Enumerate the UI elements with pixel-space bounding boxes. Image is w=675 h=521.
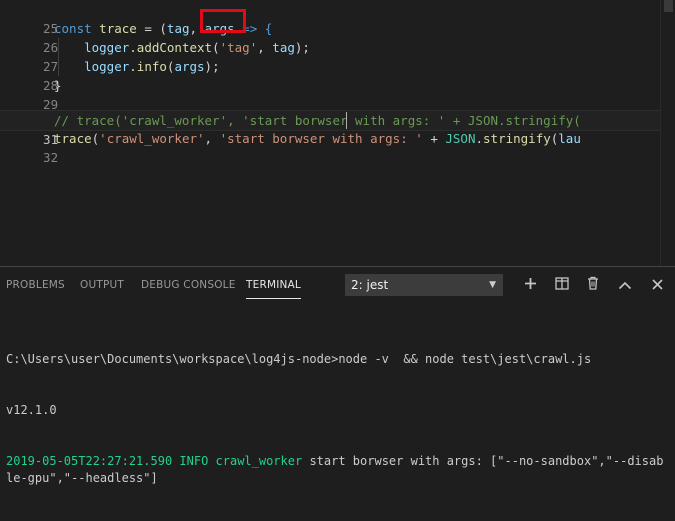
panel-tabs: PROBLEMS OUTPUT DEBUG CONSOLE TERMINAL 2… [0, 267, 675, 303]
dropdown-arrow-icon: ▼ [489, 280, 496, 290]
terminal-output[interactable]: C:\Users\user\Documents\workspace\log4js… [6, 317, 668, 521]
terminal-log-line: 2019-05-05T22:27:21.590 INFO crawl_worke… [6, 453, 668, 487]
terminal-select[interactable]: 2: jest ▼ [345, 274, 503, 296]
terminal-version-line: v12.1.0 [6, 403, 57, 417]
bottom-panel: PROBLEMS OUTPUT DEBUG CONSOLE TERMINAL 2… [0, 266, 675, 485]
code-text: trace('crawl_worker', 'start borwser wit… [54, 131, 581, 146]
trash-icon[interactable] [583, 275, 603, 295]
code-line[interactable]: 26 const trace = (tag, args => { [0, 19, 661, 55]
text-cursor [346, 112, 347, 129]
split-icon[interactable] [552, 275, 572, 295]
code-text: } [54, 78, 62, 93]
code-line-current[interactable]: 31 // trace('crawl_worker', 'start borws… [0, 110, 661, 147]
tab-output[interactable]: OUTPUT [80, 279, 124, 291]
code-text: logger.info(args); [84, 59, 220, 74]
close-icon[interactable] [647, 275, 667, 295]
code-line[interactable]: 32 trace('crawl_worker', 'start borwser … [0, 129, 661, 165]
line-number: 32 [43, 150, 59, 165]
code-line[interactable]: 29 } [0, 76, 661, 112]
tab-terminal[interactable]: TERMINAL [246, 279, 301, 299]
tab-problems[interactable]: PROBLEMS [6, 279, 65, 291]
log-prefix: 2019-05-05T22:27:21.590 INFO crawl_worke… [6, 454, 303, 468]
scrollbar-thumb[interactable] [664, 0, 673, 12]
terminal-select-value: 2: jest [351, 278, 389, 292]
code-line[interactable]: 27 logger.addContext('tag', tag); [0, 38, 661, 74]
tab-debug-console[interactable]: DEBUG CONSOLE [141, 279, 236, 291]
code-text: // trace('crawl_worker', 'start borwser … [54, 113, 581, 128]
code-line[interactable]: 25 [0, 0, 661, 36]
annotation-highlight-box [200, 9, 246, 33]
terminal-command-line: C:\Users\user\Documents\workspace\log4js… [6, 352, 592, 366]
code-editor[interactable]: 25 26 const trace = (tag, args => { 27 l… [0, 0, 675, 266]
plus-icon[interactable] [520, 275, 540, 295]
code-text: logger.addContext('tag', tag); [84, 40, 310, 55]
code-line[interactable]: 28 logger.info(args); [0, 57, 661, 93]
editor-scrollbar[interactable] [660, 0, 675, 266]
chevron-up-icon[interactable] [615, 275, 635, 295]
